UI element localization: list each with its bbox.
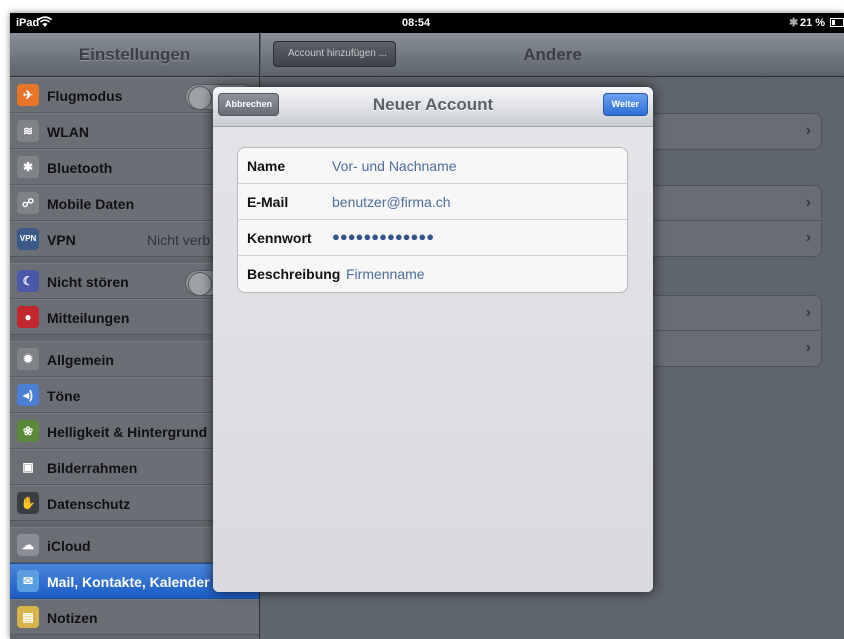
sidebar-title: Einstellungen bbox=[10, 33, 259, 77]
name-label: Name bbox=[247, 158, 286, 174]
back-button[interactable]: Account hinzufügen ... bbox=[273, 41, 396, 67]
speaker-icon: ◂) bbox=[17, 384, 39, 406]
password-row: Kennwort ●●●●●●●●●●●●● bbox=[238, 220, 627, 256]
password-field[interactable]: ●●●●●●●●●●●●● bbox=[332, 229, 434, 244]
sidebar-item-label: WLAN bbox=[47, 124, 89, 140]
sidebar-item-label: Mail, Kontakte, Kalender bbox=[47, 574, 210, 590]
hand-icon: ✋ bbox=[17, 492, 39, 514]
sidebar-item-label: VPN bbox=[47, 232, 76, 248]
chevron-right-icon: › bbox=[805, 122, 811, 139]
email-field[interactable]: benutzer@firma.ch bbox=[332, 194, 450, 210]
bluetooth-icon: ✱ bbox=[17, 156, 39, 178]
wifi-status-icon bbox=[37, 16, 53, 31]
sidebar-item-label: iCloud bbox=[47, 538, 91, 554]
dialog-navigation-bar: Neuer Account Abbrechen Weiter bbox=[213, 87, 653, 127]
sidebar-item-label: Mobile Daten bbox=[47, 196, 135, 212]
antenna-icon: ☍ bbox=[17, 192, 39, 214]
email-row: E-Mail benutzer@firma.ch bbox=[238, 184, 627, 220]
sidebar-item-label: Flugmodus bbox=[47, 88, 123, 104]
airplane-icon: ✈ bbox=[17, 84, 39, 106]
chevron-right-icon: › bbox=[805, 304, 811, 321]
chevron-right-icon: › bbox=[805, 229, 811, 246]
name-field[interactable]: Vor- und Nachname bbox=[332, 158, 457, 174]
description-row: Beschreibung Firmenname bbox=[238, 256, 627, 292]
cancel-button[interactable]: Abbrechen bbox=[218, 93, 280, 116]
email-label: E-Mail bbox=[247, 194, 289, 210]
battery-percentage: 21 % bbox=[800, 17, 826, 29]
sidebar-item-label: Helligkeit & Hintergrund bbox=[47, 424, 208, 440]
dialog-body: Name Vor- und Nachname E-Mail benutzer@f… bbox=[213, 127, 653, 592]
flower-icon: ❀ bbox=[17, 420, 39, 442]
description-field[interactable]: Firmenname bbox=[346, 266, 425, 282]
sidebar-item-label: Bluetooth bbox=[47, 160, 113, 176]
wifi-icon: ≋ bbox=[17, 120, 39, 142]
sidebar-item-value: Nicht verb bbox=[147, 232, 211, 248]
sidebar-item[interactable]: ▤ Notizen bbox=[10, 599, 259, 635]
picture-frame-icon: ▣ bbox=[17, 456, 39, 478]
chevron-right-icon: › bbox=[805, 339, 811, 356]
mail-icon: ✉ bbox=[17, 570, 39, 592]
clock: 08:54 bbox=[402, 17, 431, 29]
sidebar-item-label: Nicht stören bbox=[47, 274, 129, 290]
chevron-right-icon: › bbox=[805, 194, 811, 211]
sidebar-item-label: Allgemein bbox=[47, 352, 114, 368]
moon-icon: ☾ bbox=[17, 270, 39, 292]
sidebar-item-label: Mitteilungen bbox=[47, 310, 130, 326]
vpn-icon: VPN bbox=[17, 228, 39, 250]
status-bar: iPad 08:54 ✱ 21 % bbox=[10, 13, 844, 33]
battery-icon bbox=[830, 18, 844, 27]
name-row: Name Vor- und Nachname bbox=[238, 148, 627, 184]
description-label: Beschreibung bbox=[247, 266, 341, 282]
new-account-dialog: Neuer Account Abbrechen Weiter Name Vor-… bbox=[213, 87, 653, 592]
password-label: Kennwort bbox=[247, 230, 312, 246]
next-button[interactable]: Weiter bbox=[602, 93, 648, 116]
gear-icon: ✹ bbox=[17, 348, 39, 370]
detail-navigation-bar: Andere Account hinzufügen ... bbox=[261, 33, 844, 77]
cloud-icon: ☁ bbox=[17, 534, 39, 556]
sidebar-item-label: Töne bbox=[47, 388, 81, 404]
account-form: Name Vor- und Nachname E-Mail benutzer@f… bbox=[237, 147, 628, 293]
bluetooth-status-icon: ✱ bbox=[789, 17, 799, 29]
sidebar-item-label: Datenschutz bbox=[47, 496, 131, 512]
notes-icon: ▤ bbox=[17, 606, 39, 628]
sidebar-item-label: Notizen bbox=[47, 610, 98, 626]
ipad-screen: iPad 08:54 ✱ 21 % Einstellungen ✈ Flugmod… bbox=[10, 13, 844, 639]
sidebar-item-label: Bilderrahmen bbox=[47, 460, 138, 476]
notifications-icon: ● bbox=[17, 306, 39, 328]
device-name: iPad bbox=[16, 17, 40, 29]
